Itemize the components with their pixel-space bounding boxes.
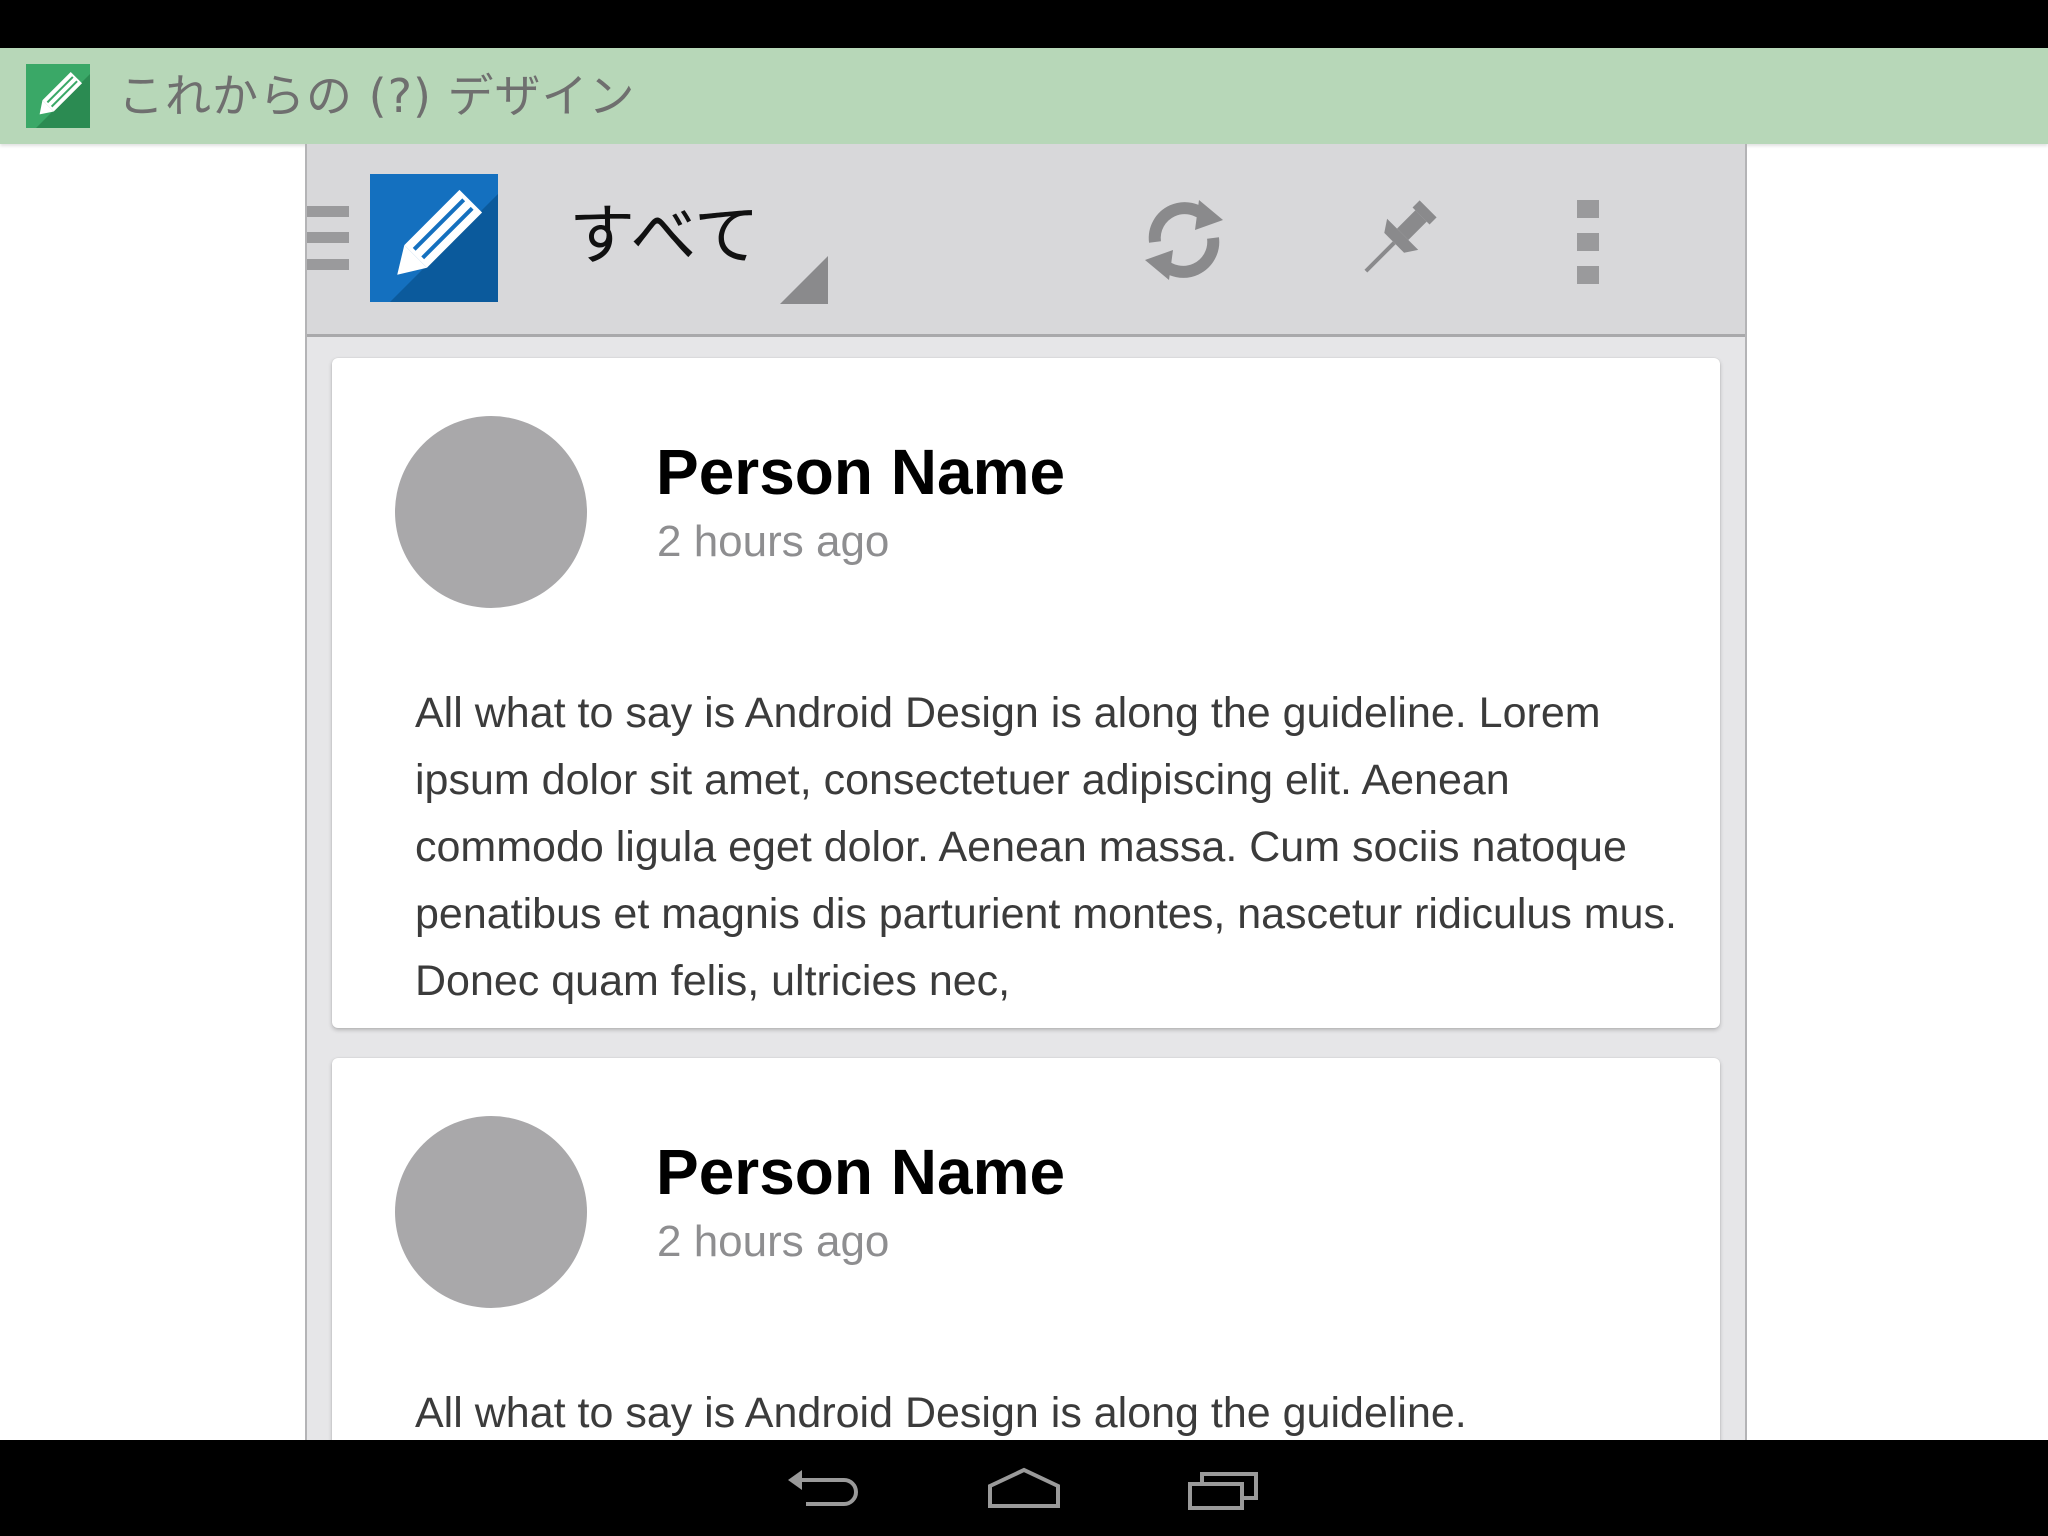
sync-icon[interactable] — [1135, 192, 1231, 288]
app-header: これからの (?) デザイン — [0, 48, 2048, 144]
avatar[interactable] — [395, 1116, 587, 1308]
spinner-indicator-icon[interactable] — [780, 256, 828, 304]
post-timestamp: 2 hours ago — [657, 1217, 890, 1266]
post-card[interactable]: Person Name 2 hours ago All what to say … — [332, 1058, 1720, 1440]
system-navigation-bar — [0, 1440, 2048, 1536]
back-icon[interactable] — [784, 1464, 864, 1514]
action-bar: すべて — [307, 144, 1745, 337]
pencil-icon[interactable] — [370, 174, 498, 302]
nav-spinner-title[interactable]: すべて — [569, 196, 760, 276]
post-body: All what to say is Android Design is alo… — [415, 1389, 1467, 1437]
pin-icon[interactable] — [1349, 192, 1445, 288]
pencil-icon — [26, 64, 90, 128]
recents-icon[interactable] — [1184, 1464, 1264, 1514]
post-body: All what to say is Android Design is alo… — [415, 689, 1677, 1005]
home-icon[interactable] — [984, 1464, 1064, 1514]
drawer-menu-icon[interactable] — [307, 206, 349, 270]
author-name: Person Name — [656, 436, 1066, 508]
status-bar — [0, 0, 2048, 48]
post-card[interactable]: Person Name 2 hours ago All what to say … — [332, 358, 1720, 1028]
overflow-menu-icon[interactable] — [1577, 200, 1601, 284]
app-title: これからの (?) デザイン — [118, 69, 636, 123]
app-mockup: すべて Person Name 2 hours ago All what to … — [305, 144, 1747, 1440]
author-name: Person Name — [656, 1136, 1066, 1208]
post-timestamp: 2 hours ago — [657, 517, 890, 566]
avatar[interactable] — [395, 416, 587, 608]
